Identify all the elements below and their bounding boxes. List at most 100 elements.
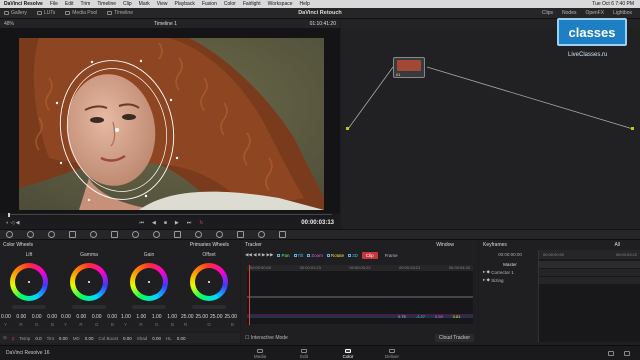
gamma-master-slider[interactable] [72,305,106,309]
first-frame-icon[interactable]: ⏮ [140,220,145,226]
page-color[interactable]: Color [326,347,370,360]
tracker-icon[interactable] [174,231,181,238]
frame-mode-button[interactable]: Frame [382,252,401,259]
settings-icon[interactable] [624,350,630,356]
stop-icon[interactable]: ■ [164,220,167,226]
last-frame-icon[interactable]: ⏭ [187,220,192,226]
curves-icon[interactable] [111,231,118,238]
node-editor[interactable] [341,28,640,229]
reverse-icon[interactable]: ◀ [152,220,156,226]
menu-fusion[interactable]: Fusion [202,1,217,7]
viewer-image[interactable] [19,38,324,210]
timeline-name[interactable]: Timeline 1 [154,21,177,27]
wheel-value[interactable]: 0.00 [16,314,26,320]
kf-master-row[interactable]: Master [479,260,537,268]
key-icon[interactable] [237,231,244,238]
offset-wheel[interactable] [190,263,228,301]
page-deliver[interactable]: Deliver [370,347,414,360]
wheel-value[interactable]: 25.00 [210,314,223,320]
loop-icon[interactable]: ↻ [199,220,203,226]
camera-raw-icon[interactable] [6,231,13,238]
motion-effects-icon[interactable] [90,231,97,238]
wheel-value[interactable]: 1.00 [152,314,162,320]
window-icon[interactable] [153,231,160,238]
3d-option[interactable]: 3D [348,253,358,258]
magic-mask-icon[interactable] [195,231,202,238]
clips-button[interactable]: Clips [542,10,553,16]
menu-app-name[interactable]: DaVinci Resolve [4,1,43,7]
timeline-button[interactable]: Timeline [107,10,133,16]
media-pool-button[interactable]: Media Pool [65,10,97,16]
menu-playback[interactable]: Playback [175,1,195,7]
menu-color[interactable]: Color [224,1,236,7]
track-reverse-icon[interactable]: ◀◀ ◀ ■ ▶ ▶▶ [245,252,273,258]
temp-value[interactable]: 0.0 [35,336,41,341]
wheel-value[interactable]: 1.00 [136,314,146,320]
page-number[interactable]: 2 [12,336,15,341]
gain-wheel[interactable] [130,263,168,301]
qualifier-icon[interactable] [132,231,139,238]
page-media[interactable]: Media [238,347,282,360]
pan-option[interactable]: Pan [277,253,290,258]
zoom-level[interactable]: 48% [4,21,14,27]
project-manager-icon[interactable] [608,350,614,356]
play-icon[interactable]: ▶ [175,220,179,226]
wheels-mode-select[interactable]: Primaries Wheels [190,242,229,248]
wheel-value[interactable]: 0.00 [32,314,42,320]
wheel-value[interactable]: 0.00 [107,314,117,320]
menu-view[interactable]: View [157,1,168,7]
nodes-button[interactable]: Nodes [562,10,576,16]
wheel-value[interactable]: 0.00 [76,314,86,320]
col-boost-value[interactable]: 0.00 [123,336,132,341]
corrector-node[interactable]: 01 [393,57,425,78]
openfx-button[interactable]: OpenFX [585,10,604,16]
wheel-value[interactable]: 0.00 [92,314,102,320]
hl-value[interactable]: 0.00 [177,336,186,341]
wheel-value[interactable]: 25.00 [181,314,194,320]
lift-master-slider[interactable] [12,305,46,309]
luts-button[interactable]: LUTs [36,10,55,16]
rotate-option[interactable]: Rotate [326,253,344,258]
wheel-value[interactable]: 1.00 [121,314,131,320]
lightbox-button[interactable]: Lightbox [613,10,632,16]
interactive-mode-toggle[interactable]: ☐ Interactive Mode [245,335,288,341]
cloud-tracker-select[interactable]: Cloud Tracker [434,333,474,342]
gallery-button[interactable]: Gallery [4,10,27,16]
menu-clip[interactable]: Clip [123,1,132,7]
blur-icon[interactable] [216,231,223,238]
menubar-clock[interactable]: Tue Oct 6 7:40 PM [592,1,634,7]
sizing-icon[interactable] [258,231,265,238]
menu-edit[interactable]: Edit [65,1,74,7]
zoom-option[interactable]: Zoom [307,253,323,258]
clip-mode-button[interactable]: Clip [361,251,378,259]
tracker-mode-select[interactable]: Window [436,242,454,248]
audio-icon[interactable]: ◐ ◁ ◀ [6,220,20,226]
keyframe-timeline[interactable]: 00:00:00:00 00:00:03:22 [538,250,640,342]
wheel-value[interactable]: 25.00 [224,314,237,320]
color-match-icon[interactable] [27,231,34,238]
lift-wheel[interactable] [10,263,48,301]
shad-value[interactable]: 0.00 [152,336,161,341]
color-wheels-icon[interactable] [48,231,55,238]
wheel-value[interactable]: 1.00 [167,314,177,320]
menu-help[interactable]: Help [300,1,310,7]
tint-value[interactable]: 0.00 [59,336,68,341]
menu-mark[interactable]: Mark [139,1,150,7]
rgb-mixer-icon[interactable] [69,231,76,238]
page-edit[interactable]: Edit [282,347,326,360]
wheel-value[interactable]: 0.00 [1,314,11,320]
tracker-playhead[interactable] [249,265,250,325]
menu-trim[interactable]: Trim [81,1,91,7]
gamma-wheel[interactable] [70,263,108,301]
tilt-option[interactable]: Tilt [293,253,303,258]
offset-master-slider[interactable] [192,305,226,309]
menu-fairlight[interactable]: Fairlight [243,1,261,7]
md-value[interactable]: 0.00 [85,336,94,341]
gain-master-slider[interactable] [132,305,166,309]
keyframes-filter-select[interactable]: All [614,242,620,248]
wheel-value[interactable]: 0.00 [61,314,71,320]
menu-file[interactable]: File [50,1,58,7]
3d-icon[interactable] [279,231,286,238]
menu-workspace[interactable]: Workspace [268,1,293,7]
auto-balance-icon[interactable]: ⊙ [3,335,7,341]
